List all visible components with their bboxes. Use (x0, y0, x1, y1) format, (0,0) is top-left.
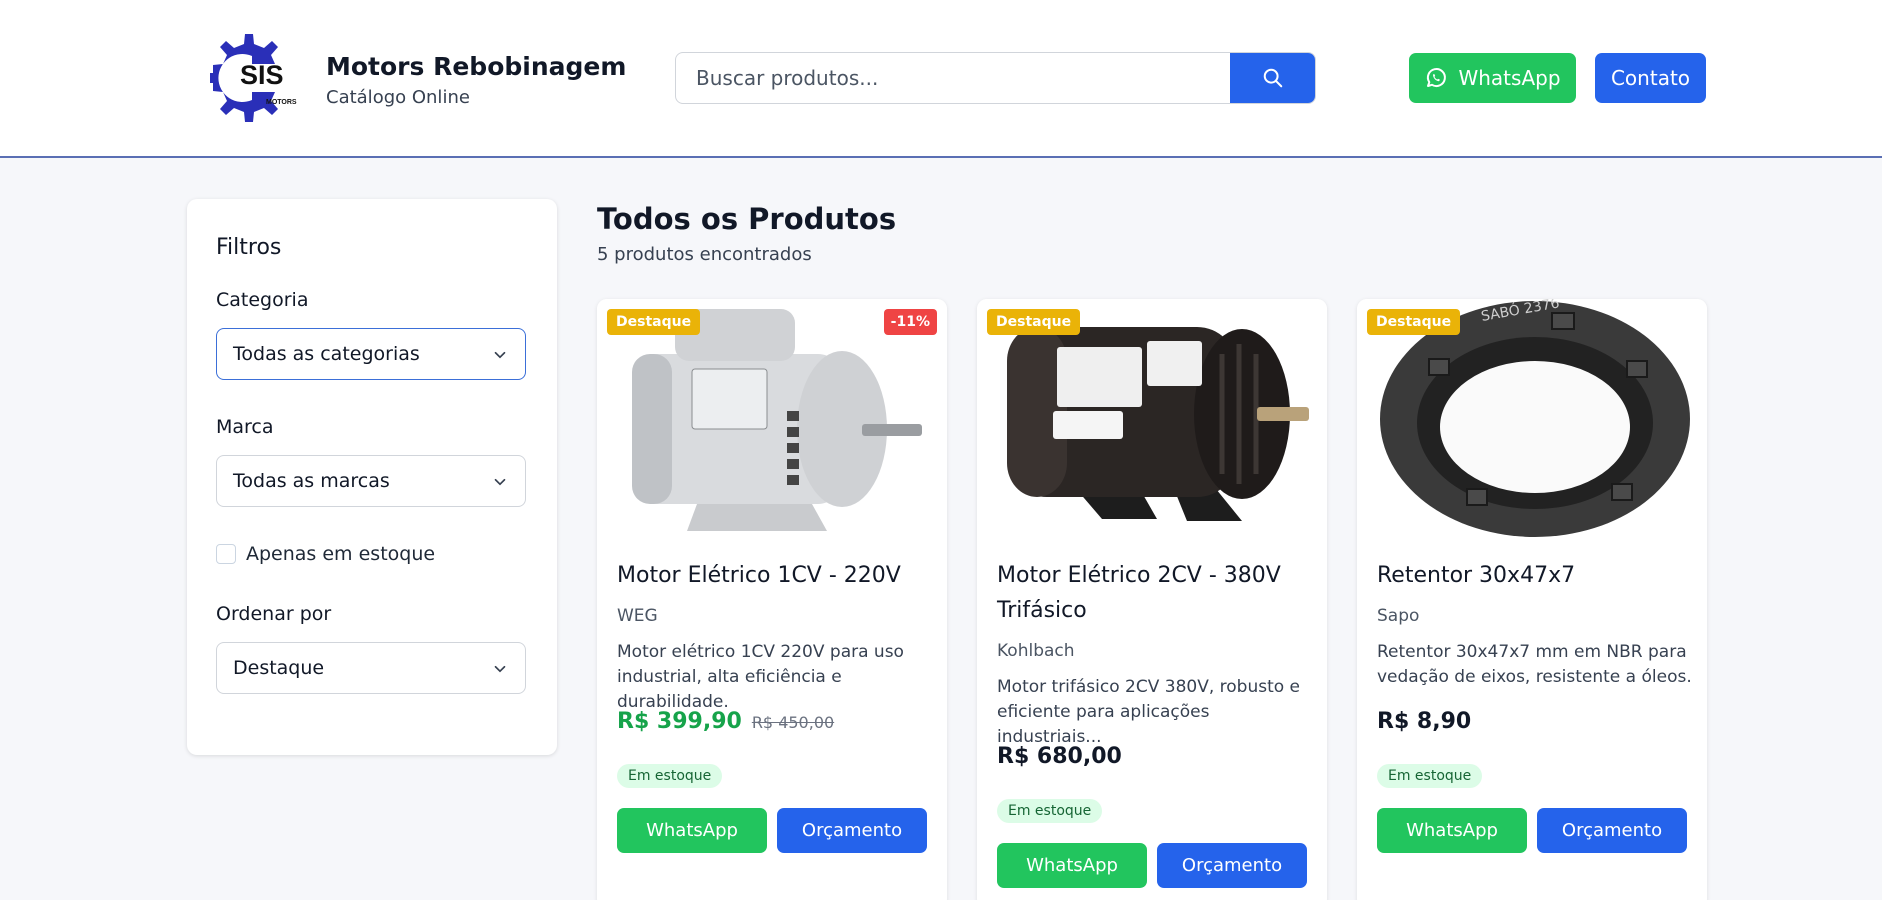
site-header: SIS MOTORS Motors Rebobinagem Catálogo O… (0, 0, 1882, 158)
product-name[interactable]: Motor Elétrico 2CV - 380V Trifásico (997, 558, 1309, 628)
search-input[interactable] (676, 53, 1231, 103)
contact-button[interactable]: Contato (1595, 53, 1706, 103)
brand-subtitle: Catálogo Online (326, 87, 470, 108)
whatsapp-button[interactable]: WhatsApp (617, 808, 767, 853)
chevron-down-icon (494, 351, 506, 359)
product-description: Retentor 30x47x7 mm em NBR para vedação … (1377, 642, 1692, 687)
product-image-retentor[interactable]: SABÓ 2376 (1357, 299, 1707, 544)
product-description: Motor trifásico 2CV 380V, robusto e efic… (997, 677, 1301, 747)
brand-block: Motors Rebobinagem Catálogo Online (326, 52, 626, 108)
price-row: R$ 680,00 (997, 744, 1122, 769)
brand-label: Marca (216, 416, 274, 438)
product-image-motor-1cv[interactable] (597, 299, 947, 544)
quote-button[interactable]: Orçamento (777, 808, 927, 853)
brand-select[interactable]: Todas as marcas (216, 455, 526, 507)
sis-motors-logo[interactable]: SIS MOTORS (190, 26, 300, 130)
chevron-down-icon (494, 665, 506, 673)
discount-badge: -11% (883, 309, 937, 335)
featured-badge: Destaque (607, 309, 701, 335)
svg-text:MOTORS: MOTORS (266, 99, 297, 106)
product-card[interactable]: Destaque Motor Elétrico 2CV - 380V Trifá… (977, 299, 1327, 900)
stock-badge: Em estoque (997, 799, 1103, 823)
product-card[interactable]: SABÓ 2376 Destaque Retentor 30x47x7 Sapo… (1357, 299, 1707, 900)
chevron-down-icon (494, 478, 506, 486)
product-name[interactable]: Retentor 30x47x7 (1377, 558, 1689, 593)
product-old-price: R$ 450,00 (751, 713, 835, 732)
product-price: R$ 680,00 (997, 744, 1122, 769)
header-whatsapp-label: WhatsApp (1458, 66, 1561, 90)
in-stock-filter[interactable]: Apenas em estoque (216, 543, 435, 565)
brand-select-value: Todas as marcas (233, 470, 390, 492)
product-image-motor-2cv[interactable] (977, 299, 1327, 544)
card-actions: WhatsApp Orçamento (997, 843, 1307, 888)
in-stock-checkbox[interactable] (216, 544, 236, 564)
product-brand: Kohlbach (997, 641, 1075, 661)
sort-select[interactable]: Destaque (216, 642, 526, 694)
category-select-value: Todas as categorias (233, 343, 420, 365)
page-title: Todos os Produtos (597, 202, 897, 236)
card-actions: WhatsApp Orçamento (1377, 808, 1687, 853)
in-stock-label: Apenas em estoque (246, 543, 436, 565)
whatsapp-button[interactable]: WhatsApp (997, 843, 1147, 888)
product-card[interactable]: Destaque -11% Motor Elétrico 1CV - 220V … (597, 299, 947, 900)
category-select[interactable]: Todas as categorias (216, 328, 526, 380)
stock-badge: Em estoque (617, 764, 723, 788)
whatsapp-icon (1427, 68, 1447, 88)
quote-button[interactable]: Orçamento (1537, 808, 1687, 853)
product-price: R$ 8,90 (1377, 709, 1472, 734)
product-brand: Sapo (1377, 606, 1420, 626)
sort-label: Ordenar por (216, 603, 332, 625)
whatsapp-button[interactable]: WhatsApp (1377, 808, 1527, 853)
product-name[interactable]: Motor Elétrico 1CV - 220V (617, 558, 929, 593)
brand-title: Motors Rebobinagem (326, 52, 627, 81)
featured-badge: Destaque (987, 309, 1081, 335)
product-count: 5 produtos encontrados (597, 244, 812, 265)
price-row: R$ 399,90 R$ 450,00 (617, 709, 834, 734)
category-label: Categoria (216, 289, 309, 311)
svg-text:SIS: SIS (240, 60, 284, 90)
quote-button[interactable]: Orçamento (1157, 843, 1307, 888)
card-actions: WhatsApp Orçamento (617, 808, 927, 853)
search-bar (675, 52, 1316, 104)
product-brand: WEG (617, 606, 658, 626)
product-price: R$ 399,90 (617, 709, 742, 734)
search-icon (1263, 68, 1282, 88)
product-description: Motor elétrico 1CV 220V para uso industr… (617, 642, 904, 712)
price-row: R$ 8,90 (1377, 709, 1471, 734)
filters-title: Filtros (216, 235, 282, 260)
featured-badge: Destaque (1367, 309, 1461, 335)
search-button[interactable] (1230, 53, 1315, 103)
stock-badge: Em estoque (1377, 764, 1483, 788)
sort-select-value: Destaque (233, 657, 325, 679)
filters-panel: Filtros Categoria Todas as categorias Ma… (187, 199, 557, 755)
header-whatsapp-button[interactable]: WhatsApp (1409, 53, 1576, 103)
